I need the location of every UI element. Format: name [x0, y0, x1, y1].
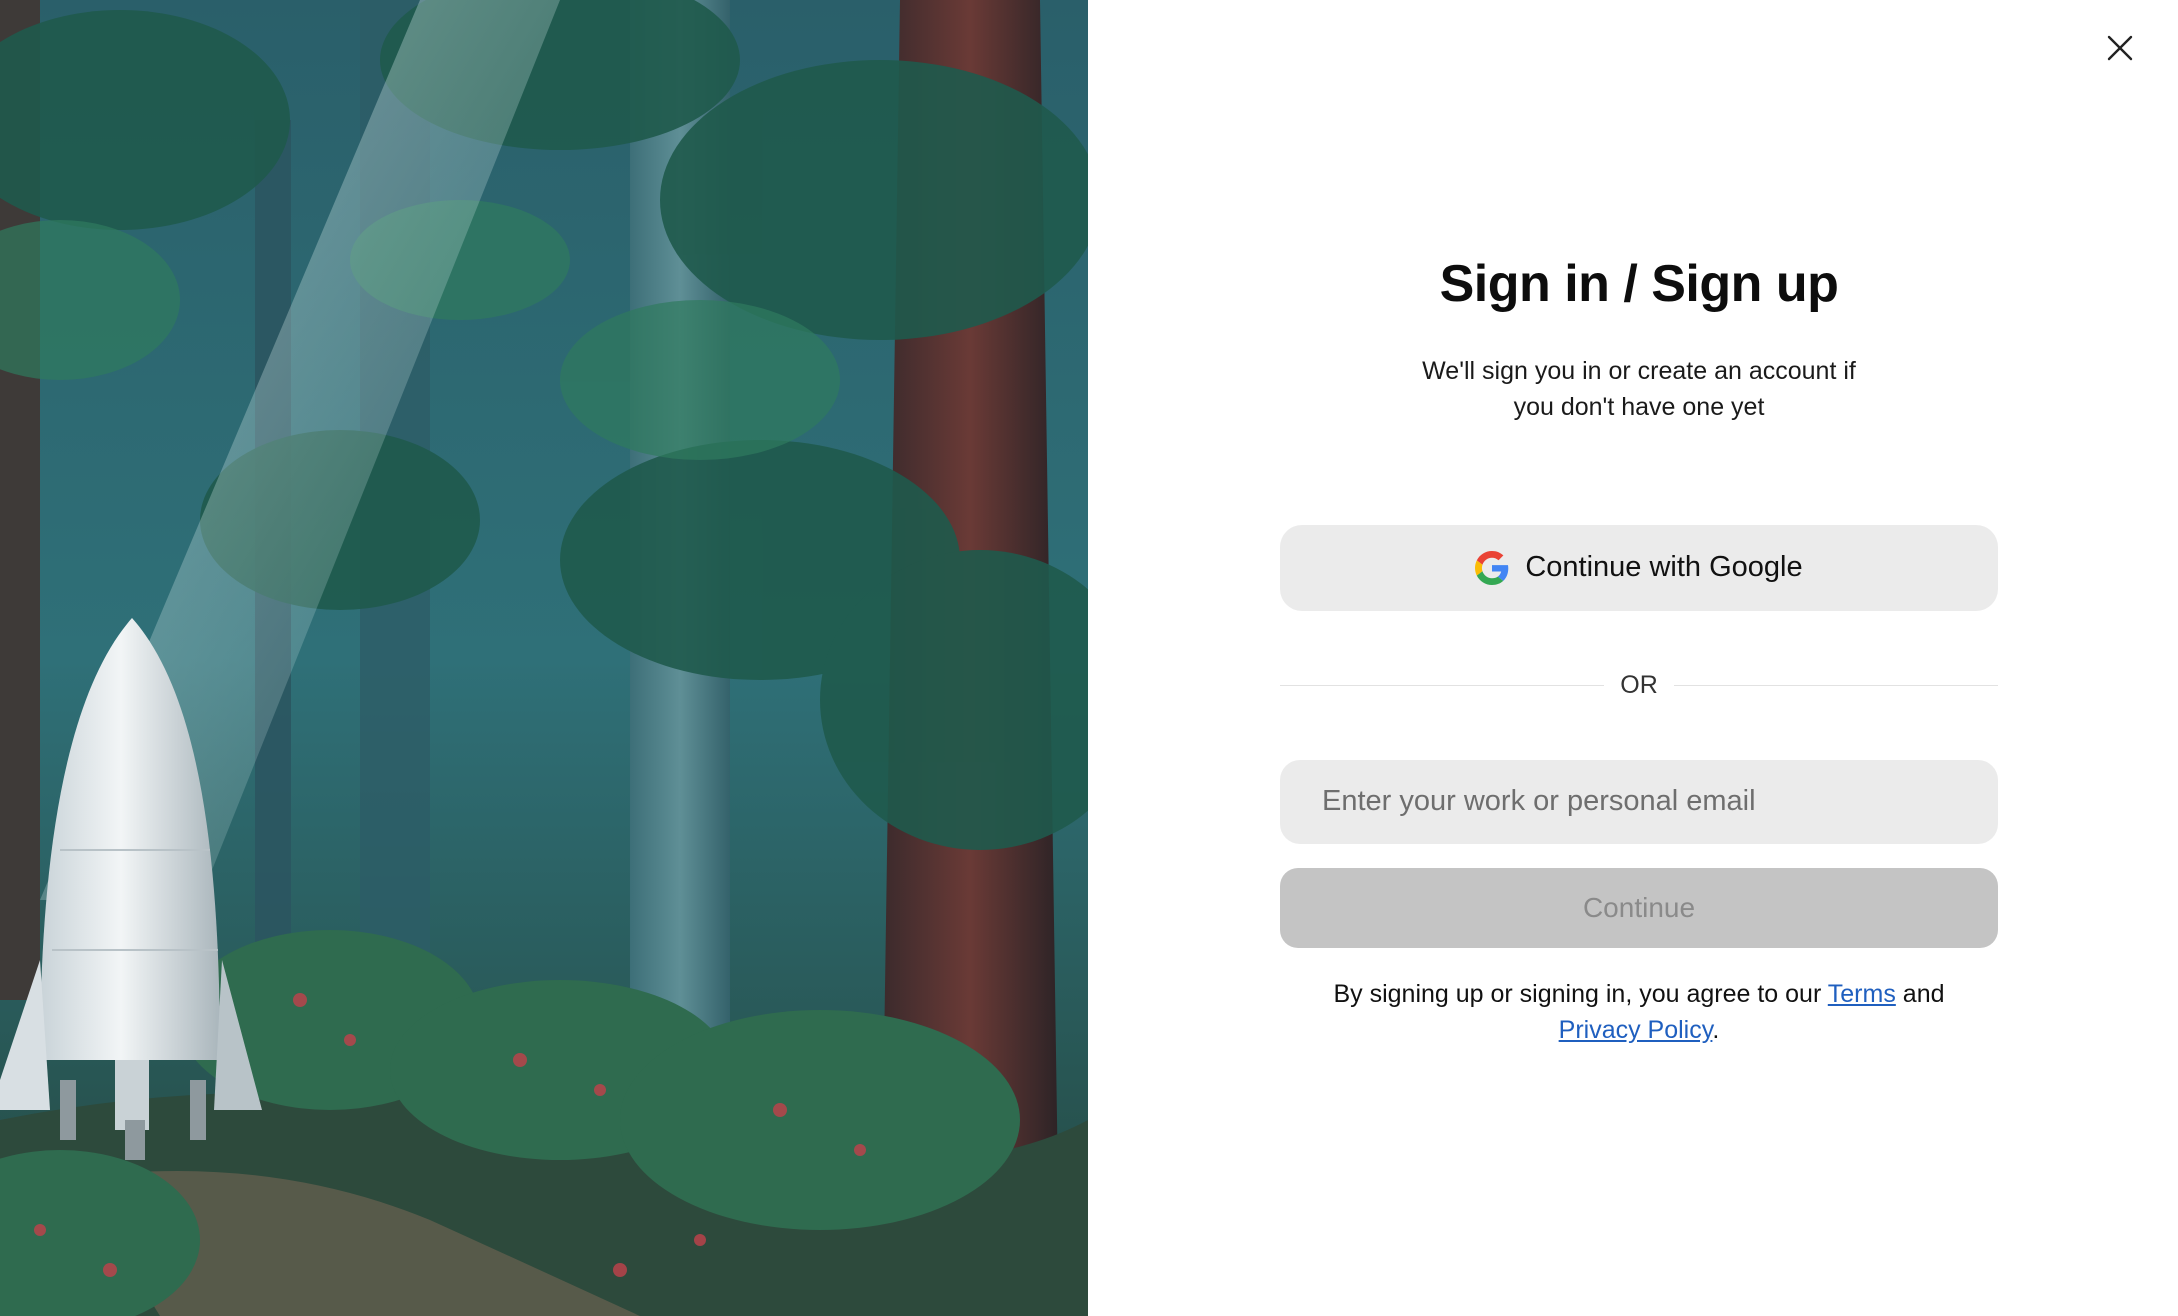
- page-title: Sign in / Sign up: [1439, 255, 1839, 313]
- privacy-policy-link[interactable]: Privacy Policy: [1559, 1016, 1713, 1044]
- legal-middle: and: [1895, 979, 1945, 1008]
- email-input[interactable]: [1280, 759, 1998, 844]
- divider-text: OR: [1620, 670, 1658, 699]
- legal-suffix: .: [1712, 1015, 1720, 1044]
- google-button-label: Continue with Google: [1525, 551, 1803, 584]
- sign-in-form: Sign in / Sign up We'll sign you in or c…: [1280, 255, 1998, 1048]
- close-icon: [2107, 35, 2133, 61]
- close-button[interactable]: [2102, 30, 2138, 66]
- forest-rocket-illustration: [0, 0, 1088, 1316]
- terms-link[interactable]: Terms: [1828, 980, 1896, 1008]
- illustration-graphic: [0, 0, 1088, 1316]
- subtitle: We'll sign you in or create an account i…: [1422, 356, 1856, 421]
- or-divider: OR: [1280, 671, 1998, 700]
- google-logo-icon: [1475, 550, 1509, 585]
- sign-in-panel: Sign in / Sign up We'll sign you in or c…: [1088, 0, 2178, 1316]
- legal-prefix: By signing up or signing in, you agree t…: [1333, 979, 1828, 1008]
- sign-in-modal: Sign in / Sign up We'll sign you in or c…: [0, 0, 2178, 1316]
- continue-with-google-button[interactable]: Continue with Google: [1280, 524, 1998, 611]
- continue-button[interactable]: Continue: [1280, 867, 1998, 948]
- divider-line-right: [1673, 684, 1998, 686]
- legal-notice: By signing up or signing in, you agree t…: [1280, 976, 1998, 1048]
- divider-line-left: [1280, 684, 1605, 686]
